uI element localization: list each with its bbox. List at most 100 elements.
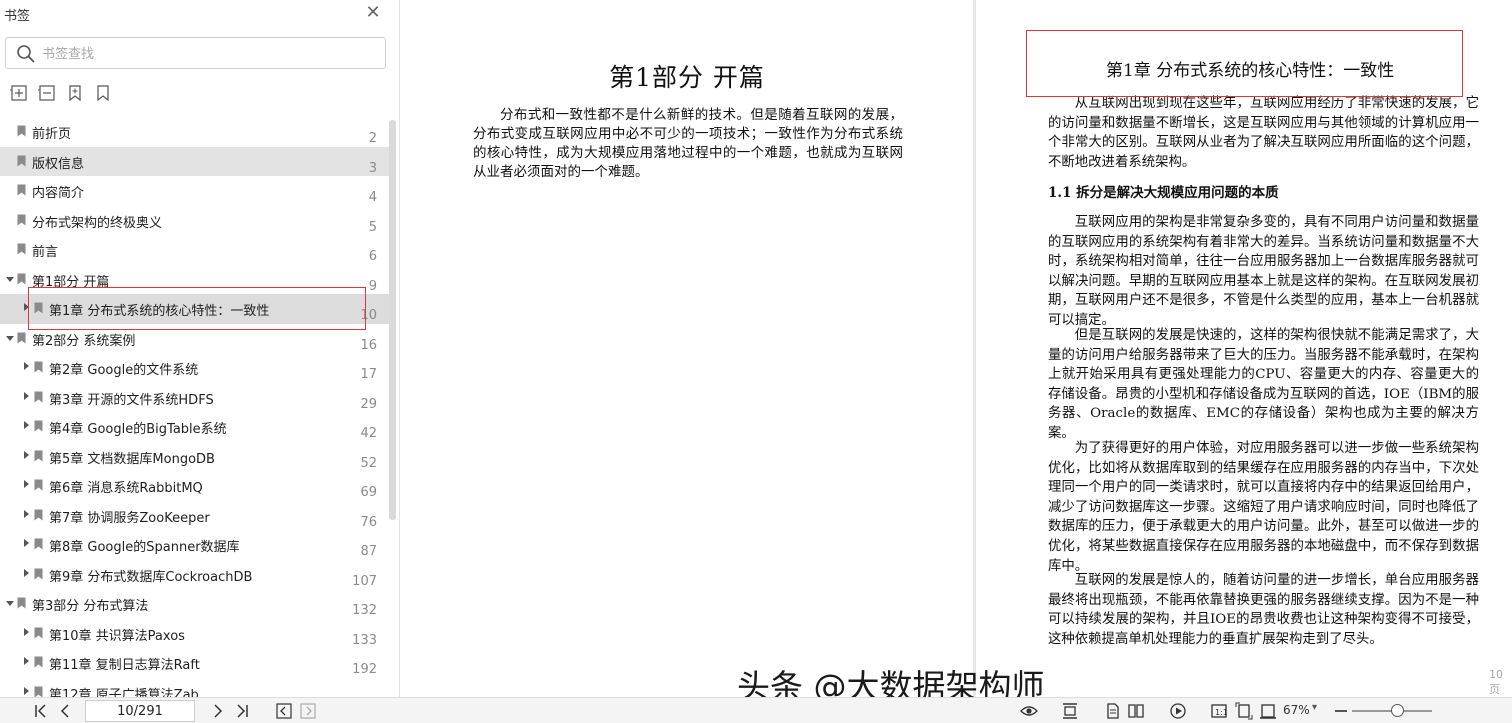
bookmark-item[interactable]: 第7章 协调服务ZooKeeper 76 bbox=[0, 501, 390, 531]
expand-arrow-icon[interactable] bbox=[24, 657, 29, 665]
expand-all-icon[interactable] bbox=[8, 82, 30, 104]
bookmark-label: 第2部分 系统案例 bbox=[32, 333, 136, 349]
bookmark-flag-icon bbox=[17, 597, 26, 609]
bookmark-page-number: 76 bbox=[360, 514, 377, 530]
bookmark-item[interactable]: 第11章 复制日志算法Raft 192 bbox=[0, 648, 390, 678]
last-page-icon[interactable] bbox=[232, 701, 252, 721]
expand-arrow-icon[interactable] bbox=[24, 450, 29, 459]
document-page-right: 第1章 分布式系统的核心特性：一致性 从互联网出现到现在这些年，互联网应用经历了… bbox=[976, 0, 1512, 697]
bookmark-label: 第2章 Google的文件系统 bbox=[49, 363, 199, 378]
expand-arrow-icon[interactable] bbox=[24, 686, 29, 695]
bookmark-label: 版权信息 bbox=[32, 156, 85, 172]
bookmark-flag-icon bbox=[17, 214, 26, 225]
bookmark-search-box[interactable] bbox=[5, 37, 386, 69]
close-icon[interactable]: ✕ bbox=[362, 2, 384, 24]
bookmark-item[interactable]: 第4章 Google的BigTable系统 42 bbox=[0, 412, 390, 442]
bookmark-item[interactable]: 版权信息 3 bbox=[0, 146, 390, 176]
first-page-icon[interactable] bbox=[31, 701, 51, 721]
fit-page-icon[interactable] bbox=[1234, 701, 1254, 721]
bookmark-label: 第3章 开源的文件系统HDFS bbox=[49, 392, 214, 408]
bookmark-item[interactable]: 第1部分 开篇 9 bbox=[0, 265, 390, 295]
bookmark-item[interactable]: 第2部分 系统案例 16 bbox=[0, 324, 390, 354]
bookmark-page-number: 4 bbox=[368, 190, 377, 205]
bookmark-list: 前折页 2 版权信息 3 内容简介 4 分布式架构的终极奥义 5 前言 6 第1部分 开篇 9 第1章 … bbox=[0, 117, 390, 697]
play-icon[interactable] bbox=[1168, 701, 1188, 721]
bookmark-label: 前折页 bbox=[32, 127, 72, 142]
expand-arrow-icon[interactable] bbox=[24, 627, 29, 636]
eye-icon[interactable] bbox=[1019, 701, 1039, 721]
bookmark-page-number: 69 bbox=[360, 485, 377, 500]
zoom-level[interactable]: 67% bbox=[1283, 703, 1310, 717]
bookmark-label: 分布式架构的终极奥义 bbox=[32, 215, 163, 231]
bookmark-label: 第7章 协调服务ZooKeeper bbox=[49, 510, 210, 526]
bookmark-flag-icon bbox=[17, 184, 26, 196]
bookmark-item[interactable]: 第5章 文档数据库MongoDB 52 bbox=[0, 442, 390, 472]
bookmark-flag-icon bbox=[34, 627, 43, 638]
bookmark-item[interactable]: 第9章 分布式数据库CockroachDB 107 bbox=[0, 560, 390, 590]
expand-arrow-icon[interactable] bbox=[24, 421, 29, 429]
bookmark-item[interactable]: 第10章 共识算法Paxos 133 bbox=[0, 619, 390, 649]
bookmark-item[interactable]: 前言 6 bbox=[0, 235, 390, 265]
bookmark-label: 第9章 分布式数据库CockroachDB bbox=[49, 569, 253, 585]
chapter-title: 第1章 分布式系统的核心特性：一致性 bbox=[1106, 61, 1395, 81]
bookmark-panel-header: 书签 ✕ bbox=[0, 0, 400, 28]
bookmark-flag-icon bbox=[34, 509, 43, 520]
bookmark-item[interactable]: 第3部分 分布式算法 132 bbox=[0, 589, 390, 619]
expand-arrow-icon[interactable] bbox=[24, 362, 29, 370]
expand-arrow-icon[interactable] bbox=[24, 303, 29, 311]
bookmark-icon[interactable] bbox=[92, 82, 114, 104]
svg-text:1:1: 1:1 bbox=[1215, 708, 1228, 717]
search-icon bbox=[17, 45, 35, 63]
expand-arrow-icon[interactable] bbox=[24, 509, 29, 518]
zoom-slider-thumb[interactable] bbox=[1390, 704, 1404, 717]
bookmark-item[interactable]: 第12章 原子广播算法Zab bbox=[0, 678, 390, 697]
expand-arrow-icon[interactable] bbox=[24, 568, 29, 577]
bookmark-flag-icon bbox=[34, 361, 43, 373]
collapse-arrow-icon[interactable] bbox=[6, 601, 14, 606]
bookmark-flag-icon bbox=[34, 479, 43, 491]
page-number-input[interactable] bbox=[85, 700, 195, 722]
body-paragraph: 为了获得更好的用户体验，对应用服务器可以进一步做一些系统架构优化，比如将从数据库… bbox=[1048, 441, 1479, 574]
bookmark-label: 内容简介 bbox=[32, 186, 85, 201]
bookmark-item[interactable]: 分布式架构的终极奥义 5 bbox=[0, 206, 390, 236]
forward-icon[interactable] bbox=[298, 701, 318, 721]
back-icon[interactable] bbox=[274, 701, 294, 721]
bookmark-search-input[interactable] bbox=[42, 44, 372, 64]
previous-page-icon[interactable] bbox=[55, 701, 75, 721]
bookmark-page-number: 6 bbox=[368, 249, 377, 264]
two-page-icon[interactable] bbox=[1126, 701, 1146, 721]
chapter-intro-text: 从互联网出现到现在这些年，互联网应用经历了非常快速的发展，它的访问量和数据量不断… bbox=[1048, 96, 1479, 170]
bookmark-item[interactable]: 第3章 开源的文件系统HDFS 29 bbox=[0, 383, 390, 413]
bookmark-item[interactable]: 前折页 2 bbox=[0, 117, 390, 147]
expand-arrow-icon[interactable] bbox=[24, 480, 29, 488]
bookmark-page-number: 10 bbox=[360, 308, 377, 323]
bookmark-item[interactable]: 第8章 Google的Spanner数据库 87 bbox=[0, 530, 390, 560]
bookmark-label: 第6章 消息系统RabbitMQ bbox=[49, 481, 203, 496]
bookmark-item[interactable]: 内容简介 4 bbox=[0, 176, 390, 206]
bottom-toolbar: 1:1 67% ▾ bbox=[0, 697, 1512, 723]
next-page-icon[interactable] bbox=[208, 701, 228, 721]
chevron-down-icon[interactable]: ▾ bbox=[1312, 702, 1317, 713]
body-paragraph: 互联网应用的架构是非常复杂多变的，具有不同用户访问量和数据量的互联网应用的系统架… bbox=[1048, 215, 1479, 328]
sidebar-scrollbar[interactable] bbox=[389, 120, 396, 520]
bookmark-flag-icon bbox=[34, 302, 43, 314]
collapse-arrow-icon[interactable] bbox=[6, 276, 14, 282]
bookmark-item[interactable]: 第6章 消息系统RabbitMQ 69 bbox=[0, 471, 390, 501]
actual-size-icon[interactable]: 1:1 bbox=[1209, 701, 1229, 721]
bookmark-item[interactable]: 第1章 分布式系统的核心特性：一致性 10 bbox=[0, 294, 390, 324]
collapse-arrow-icon[interactable] bbox=[6, 335, 14, 341]
body-paragraph: 互联网的发展是惊人的，随着访问量的进一步增长，单台应用服务器最终将出现瓶颈，不能… bbox=[1048, 573, 1479, 647]
bookmark-item[interactable]: 第2章 Google的文件系统 17 bbox=[0, 353, 390, 383]
bookmark-page-number: 42 bbox=[360, 426, 377, 441]
collapse-all-icon[interactable] bbox=[36, 82, 58, 104]
fit-width-icon[interactable] bbox=[1258, 701, 1278, 721]
single-page-icon[interactable] bbox=[1103, 701, 1123, 721]
continuous-scroll-icon[interactable] bbox=[1060, 701, 1080, 721]
bookmark-label: 第4章 Google的BigTable系统 bbox=[49, 422, 227, 437]
bookmark-flag-icon bbox=[17, 155, 26, 166]
bookmark-page-number: 107 bbox=[352, 573, 377, 589]
zoom-out-icon[interactable] bbox=[1335, 710, 1347, 712]
expand-arrow-icon[interactable] bbox=[24, 539, 29, 547]
expand-arrow-icon[interactable] bbox=[24, 391, 29, 400]
add-bookmark-icon[interactable] bbox=[64, 82, 86, 104]
